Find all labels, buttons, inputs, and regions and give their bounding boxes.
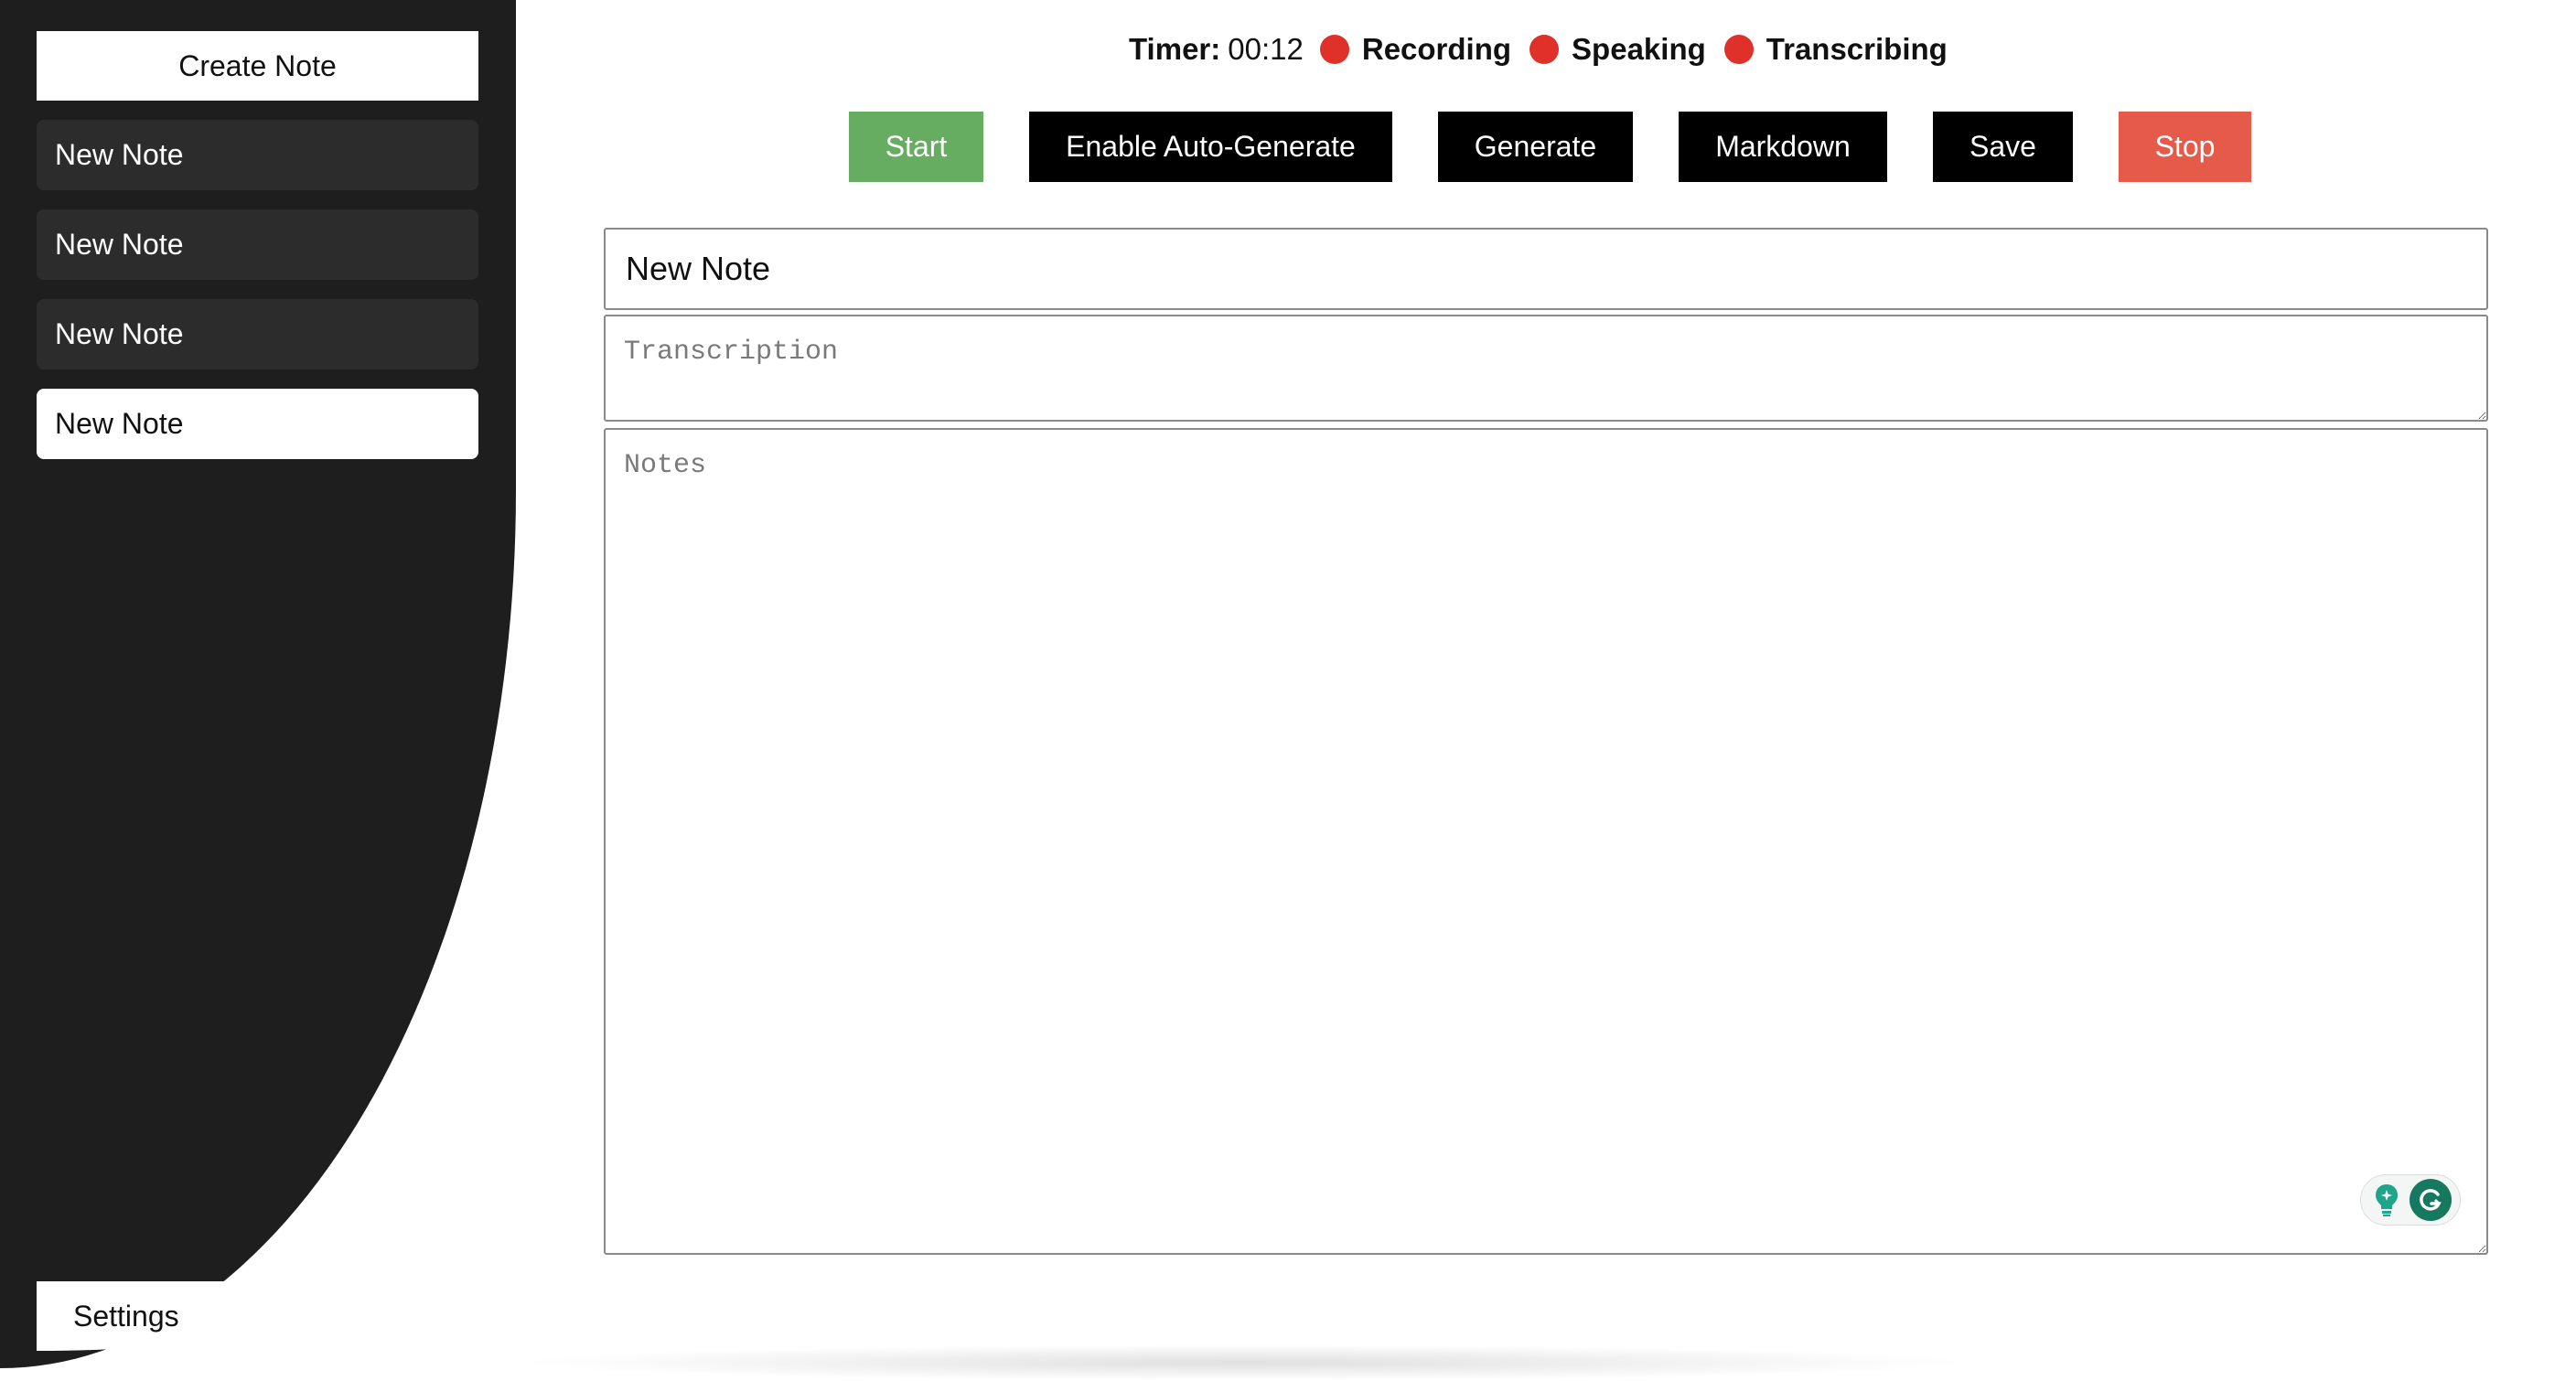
speaking-indicator-dot [1530, 35, 1560, 64]
note-list-item[interactable]: New Note [37, 209, 478, 280]
notes-textarea[interactable] [604, 428, 2488, 1255]
recording-indicator-dot [1319, 35, 1349, 64]
markdown-button[interactable]: Markdown [1679, 112, 1887, 182]
toolbar: Start Enable Auto-Generate Generate Mark… [0, 112, 2576, 182]
note-list-item[interactable]: New Note [37, 299, 478, 369]
transcribing-status-label: Transcribing [1766, 32, 1948, 66]
writing-assistant-widget[interactable] [2360, 1174, 2461, 1226]
lightbulb-icon[interactable] [2370, 1182, 2403, 1218]
grammarly-icon[interactable] [2409, 1179, 2452, 1221]
transcription-textarea[interactable] [604, 315, 2488, 422]
generate-button[interactable]: Generate [1438, 112, 1633, 182]
stop-button[interactable]: Stop [2119, 112, 2251, 182]
bottom-shadow [512, 1344, 1976, 1381]
create-note-button[interactable]: Create Note [37, 31, 478, 101]
settings-button[interactable]: Settings [37, 1281, 346, 1351]
note-list-item-label: New Note [55, 317, 184, 350]
transcribing-indicator-dot [1723, 35, 1754, 64]
save-button[interactable]: Save [1933, 112, 2073, 182]
recording-status-label: Recording [1361, 32, 1512, 66]
sidebar: Create Note New Note New Note New Note N… [0, 0, 516, 1368]
note-list-item-active[interactable]: New Note [37, 389, 478, 459]
speaking-status-label: Speaking [1572, 32, 1706, 66]
note-title-input[interactable] [604, 228, 2488, 310]
status-bar: Timer: 00:12 Recording Speaking Transcri… [1129, 27, 1966, 71]
enable-auto-generate-button[interactable]: Enable Auto-Generate [1029, 112, 1392, 182]
note-list-item-label: New Note [55, 407, 184, 440]
timer-label: Timer: [1129, 32, 1221, 66]
note-list-item-label: New Note [55, 228, 184, 261]
timer-value: 00:12 [1228, 32, 1304, 66]
start-button[interactable]: Start [849, 112, 983, 182]
